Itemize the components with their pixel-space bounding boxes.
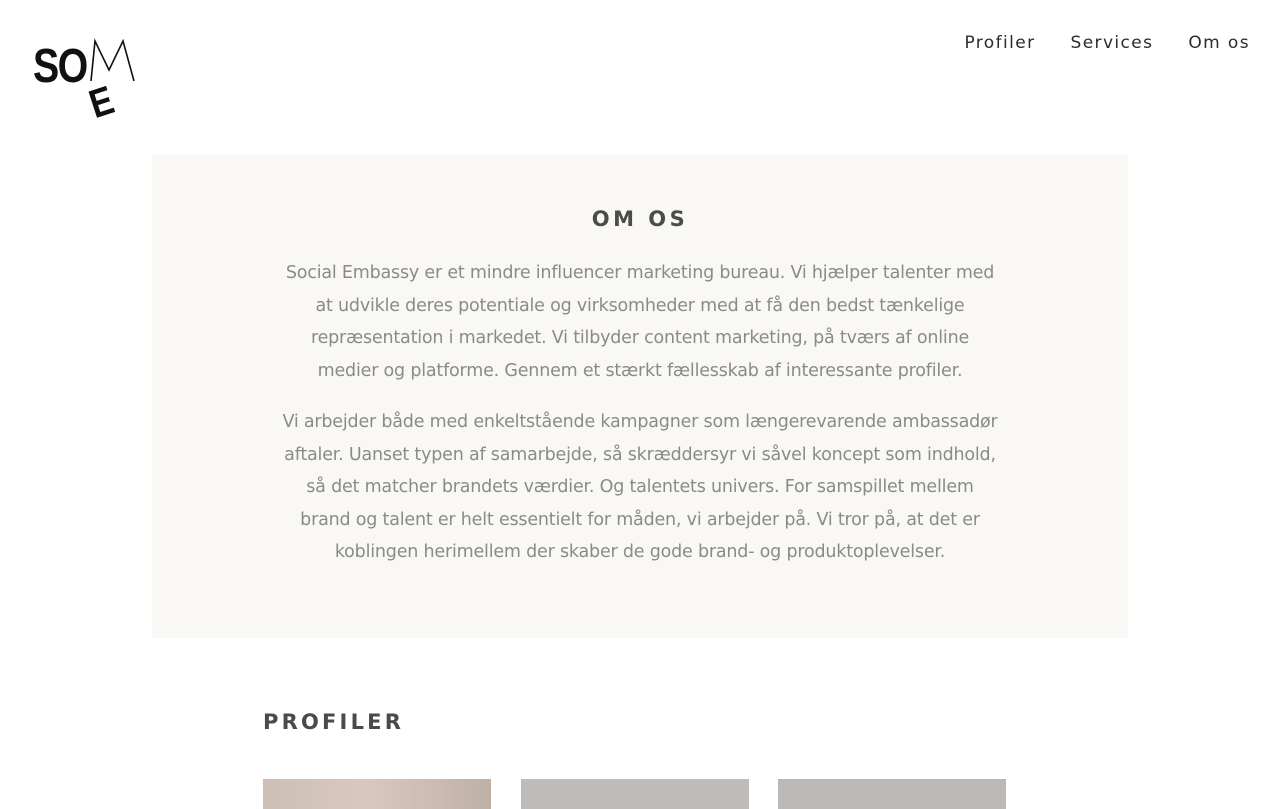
about-section: OM OS Social Embassy er et mindre influe… [152, 155, 1128, 638]
profile-card-2[interactable] [521, 779, 749, 809]
logo-mark: S O E [33, 38, 135, 127]
profile-cards [263, 779, 1006, 809]
nav-profiler[interactable]: Profiler [964, 33, 1035, 53]
about-text: Social Embassy er et mindre influencer m… [282, 257, 998, 588]
svg-text:E: E [84, 77, 120, 127]
about-paragraph-2: Vi arbejder både med enkeltstående kampa… [282, 412, 998, 562]
profile-card-1[interactable] [263, 779, 491, 809]
profile-card-3[interactable] [778, 779, 1006, 809]
nav-om-os[interactable]: Om os [1188, 33, 1250, 53]
site-header: S O E Profiler Services Om os [0, 0, 1280, 140]
main-nav: Profiler Services Om os [929, 33, 1250, 53]
logo[interactable]: S O E [33, 36, 137, 128]
svg-text:S: S [33, 39, 59, 93]
nav-services[interactable]: Services [1071, 33, 1154, 53]
about-paragraph-1: Social Embassy er et mindre influencer m… [285, 263, 995, 381]
profiles-title: PROFILER [263, 710, 405, 734]
about-title: OM OS [591, 207, 689, 231]
